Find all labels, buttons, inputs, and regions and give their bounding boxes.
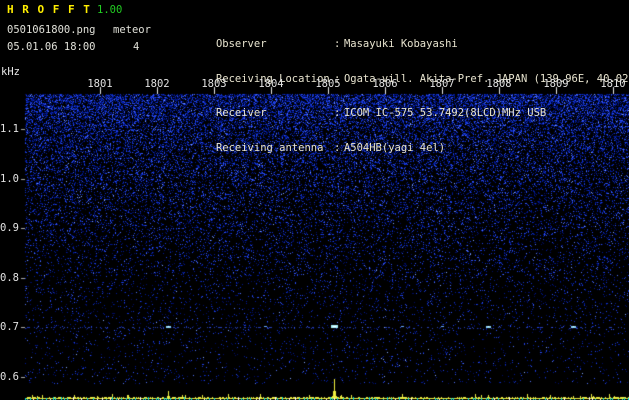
info-value: ICOM IC-575 53.7492(8LCD)MHz USB — [343, 107, 547, 120]
info-value: Masayuki Kobayashi — [343, 37, 458, 50]
time-tick-label: 1806 — [372, 78, 398, 90]
meteor-count: 4 — [133, 41, 140, 53]
observation-datetime: 05.01.06 18:00 — [7, 41, 96, 53]
time-tick-label: 1807 — [429, 78, 455, 90]
info-row-location: Receiving Location: Ogata-vill. Akita-Pre… — [178, 62, 629, 85]
output-filename: 0501061800.png — [7, 24, 96, 36]
app-title: H R O F F T — [7, 3, 91, 16]
info-colon: : — [333, 37, 341, 50]
freq-tick-label: 0.9 — [0, 222, 19, 234]
app-version: 1.00 — [97, 4, 123, 16]
time-tick-label: 1803 — [201, 78, 227, 90]
info-row-observer: Observer: Masayuki Kobayashi — [178, 27, 629, 50]
info-label: Receiving antenna — [215, 142, 324, 155]
time-tick-label: 1805 — [315, 78, 341, 90]
freq-tick-label: 0.7 — [0, 321, 19, 333]
time-tick-label: 1804 — [258, 78, 284, 90]
y-axis-unit-label: kHz — [1, 66, 20, 78]
info-row-antenna: Receiving antenna: A504HB(yagi 4el) — [178, 132, 629, 154]
info-value: A504HB(yagi 4el) — [343, 142, 446, 155]
time-tick-label: 1810 — [600, 78, 626, 90]
info-label: Observer — [215, 37, 267, 50]
time-tick-label: 1808 — [486, 78, 512, 90]
freq-tick-label: 1.1 — [0, 123, 19, 135]
hrofft-screen: H R O F F T 1.00 0501061800.png meteor 0… — [0, 0, 629, 400]
freq-tick-label: 0.6 — [0, 371, 19, 383]
info-label: Receiver — [215, 107, 267, 120]
freq-tick-label: 1.0 — [0, 173, 19, 185]
info-row-receiver: Receiver: ICOM IC-575 53.7492(8LCD)MHz US… — [178, 97, 629, 120]
time-tick-label: 1801 — [87, 78, 113, 90]
freq-tick-label: 0.8 — [0, 272, 19, 284]
time-tick-label: 1802 — [144, 78, 170, 90]
observation-mode-label: meteor — [113, 24, 151, 36]
info-colon: : — [333, 142, 341, 155]
time-tick-label: 1809 — [543, 78, 569, 90]
info-colon: : — [333, 107, 341, 120]
